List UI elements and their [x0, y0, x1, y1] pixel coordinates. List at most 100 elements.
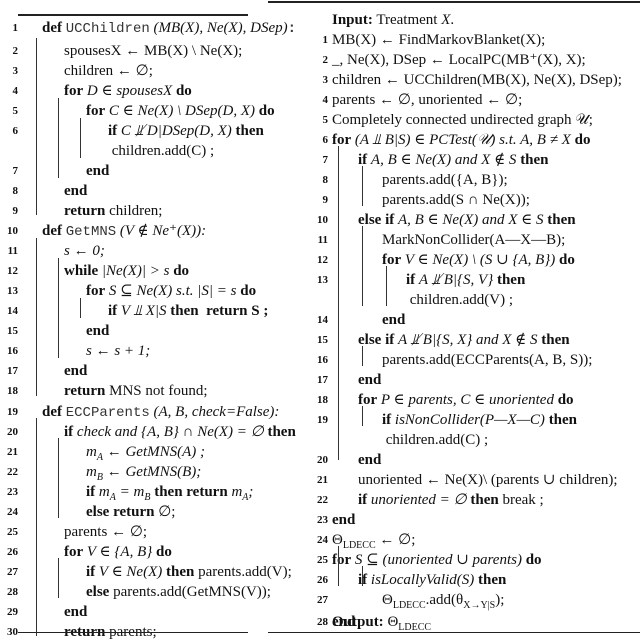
line-number: 24	[317, 534, 328, 546]
line-number: 16	[7, 345, 18, 357]
def-getmns: def GetMNS (V ∉ Ne⁺(X)):	[42, 223, 207, 240]
line-number: 2	[12, 45, 19, 57]
line-number: 20	[317, 454, 328, 466]
algorithm-line: _, Ne(X), DSep ← LocalPC(MB⁺(X), X);	[332, 52, 586, 68]
line-number: 27	[317, 594, 328, 606]
algorithm-line: end	[64, 604, 88, 620]
algorithm-line: end	[64, 363, 88, 379]
bottom-rule-left	[18, 632, 248, 633]
line-number: 8	[322, 174, 329, 186]
line-number: 11	[317, 234, 328, 246]
line-number: 27	[7, 566, 18, 578]
line-number: 21	[317, 474, 328, 486]
algorithm-line: if unoriented = ∅ then break ;	[358, 492, 544, 508]
algorithm-line: end	[64, 183, 88, 199]
line-number: 13	[7, 285, 18, 297]
algorithm-line: while |Ne(X)| > s do	[64, 263, 190, 279]
line-number: 1	[12, 22, 19, 34]
algorithm-line: for P ∈ parents, C ∈ unoriented do	[358, 392, 574, 408]
algorithm-line: for S ⊆ (unoriented ∪ parents) do	[332, 552, 542, 568]
top-rule	[268, 1, 640, 3]
algorithm-line: else return ∅;	[86, 504, 176, 520]
algorithm-line: ΘLDECC ← ∅;	[332, 532, 416, 551]
algorithm-line: mB ← GetMNS(B);	[86, 464, 202, 483]
line-number: 23	[7, 486, 18, 498]
algorithm-line: if A, B ∈ Ne(X) and X ∉ S then	[358, 152, 549, 168]
line-number: 17	[317, 374, 328, 386]
line-number: 9	[322, 194, 329, 206]
algorithm-line: if isNonCollider(P—X—C) then	[382, 412, 578, 428]
line-number: 20	[7, 426, 18, 438]
line-number: 24	[7, 506, 18, 518]
line-number: 17	[7, 365, 18, 377]
line-number: 2	[322, 54, 329, 66]
line-number: 6	[12, 125, 19, 137]
algorithm-line: if isLocallyValid(S) then	[358, 572, 507, 588]
algorithm-line: children.add(C) ;	[385, 432, 489, 448]
line-number: 8	[12, 185, 19, 197]
algorithm-line: parents ← ∅, unoriented ← ∅;	[332, 92, 523, 108]
line-number: 6	[322, 134, 329, 146]
algorithm-line: end	[358, 452, 382, 468]
line-number: 28	[7, 586, 18, 598]
algorithm-line: parents.add({A, B});	[382, 172, 508, 188]
algorithm-line: for V ∈ Ne(X) \ (S ∪ {A, B}) do	[382, 252, 575, 268]
algorithm-line: MB(X) ← FindMarkovBlanket(X);	[332, 32, 546, 48]
line-number: 12	[7, 265, 18, 277]
algorithm-line: for S ⊆ Ne(X) s.t. |S| = s do	[86, 283, 257, 299]
algorithm-line: children.add(C) ;	[111, 143, 215, 159]
indent-guide	[58, 258, 59, 358]
algorithm-line: for (A ⫫ B|S) ∈ PCTest(𝒰) s.t. A, B ≠ X …	[332, 132, 591, 148]
bottom-rule-right	[268, 632, 640, 633]
line-number: 7	[12, 165, 19, 177]
indent-guide	[80, 298, 81, 318]
indent-guide	[338, 146, 339, 460]
algorithm-line: unoriented ← Ne(X)\ (parents ∪ children)…	[358, 472, 618, 488]
indent-guide	[36, 38, 37, 215]
algorithm-line: else if A ⫫̸ B|{S, X} and X ∉ S then	[358, 332, 570, 348]
line-number: 18	[317, 394, 328, 406]
algorithm-line: parents.add(S ∩ Ne(X));	[382, 192, 530, 208]
indent-guide	[362, 566, 363, 586]
indent-guide	[36, 238, 37, 396]
line-number: 19	[7, 406, 18, 418]
algorithm-line: ΘLDECC.add(θX→Y|S);	[382, 592, 505, 611]
algorithm-line: s ← s + 1;	[86, 343, 151, 359]
line-number: 13	[317, 274, 328, 286]
line-number: 5	[322, 114, 329, 126]
indent-guide	[338, 546, 339, 586]
line-number: 14	[7, 305, 18, 317]
line-number: 16	[317, 354, 328, 366]
algorithm-line: if V ∈ Ne(X) then parents.add(V);	[86, 564, 292, 580]
indent-guide	[386, 266, 387, 306]
line-number: 22	[7, 466, 18, 478]
line-number: 5	[12, 105, 19, 117]
line-number: 10	[7, 225, 18, 237]
line-number: 22	[317, 494, 328, 506]
algorithm-line: parents.add(ECCParents(A, B, S));	[382, 352, 593, 368]
indent-guide	[362, 346, 363, 366]
output-line: Output: ΘLDECC	[332, 614, 432, 633]
line-number: 10	[317, 214, 328, 226]
algorithm-line: if A ⫫̸ B|{S, V} then	[406, 272, 526, 288]
line-number: 25	[7, 526, 18, 538]
algorithm-line: children ← ∅;	[64, 63, 153, 79]
line-number: 18	[7, 385, 18, 397]
line-number: 15	[7, 325, 18, 337]
algorithm-line: for D ∈ spousesX do	[64, 83, 192, 99]
algorithm-line: end	[86, 323, 110, 339]
algorithm-line: mA ← GetMNS(A) ;	[86, 444, 206, 463]
line-number: 19	[317, 414, 328, 426]
algorithm-line: if check and {A, B} ∩ Ne(X) = ∅ then	[64, 424, 296, 440]
indent-guide	[58, 98, 59, 178]
algorithm-line: return MNS not found;	[64, 383, 208, 399]
indent-guide	[80, 118, 81, 158]
line-number: 26	[7, 546, 18, 558]
line-number: 25	[317, 554, 328, 566]
line-number: 23	[317, 514, 328, 526]
algorithm-line: end	[358, 372, 382, 388]
algorithm-line: MarkNonCollider(A—X—B);	[382, 232, 566, 248]
line-number: 11	[7, 245, 18, 257]
line-number: 30	[7, 626, 18, 638]
algorithm-line: spousesX ← MB(X) \ Ne(X);	[64, 43, 243, 59]
